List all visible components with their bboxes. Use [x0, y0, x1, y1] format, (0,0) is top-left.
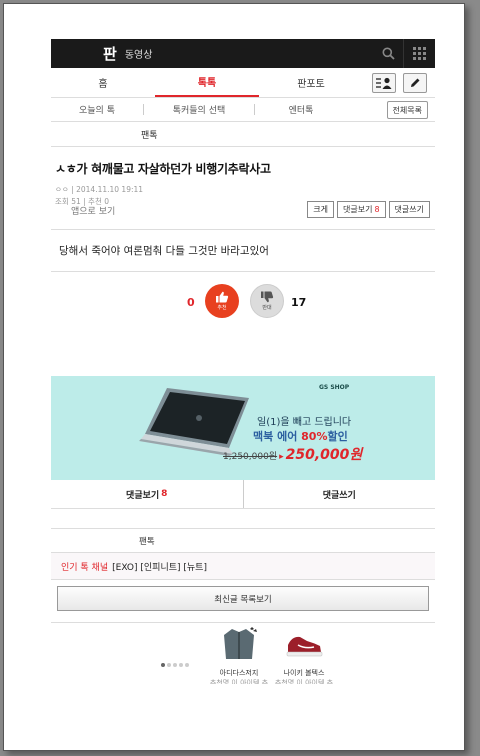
ad-banner[interactable]: GS SHOP 일(1)을 빼고 드립니다 맥북 에어 80%할인 1,250,… [51, 376, 435, 480]
post-author: ㅇㅇ [55, 185, 69, 194]
tab-home[interactable]: 홈 [51, 68, 155, 97]
view-comments-bottom-label: 댓글보기 [126, 490, 160, 501]
comment-actions: 댓글보기 8 댓글쓰기 [51, 480, 435, 509]
post-body: 당해서 죽어야 여론멈춰 다들 그것만 바라고있어 [51, 230, 435, 272]
comment-count: 8 [374, 205, 380, 214]
sub-nav: 오늘의 톡 톡커들의 선택 엔터톡 전체목록 [51, 98, 435, 122]
carousel-dot[interactable] [161, 663, 165, 667]
shoe-image [286, 636, 323, 657]
product-sub: 추천명 이 아이템 추 [274, 679, 334, 684]
vote-area: 0 추천 반대 17 [51, 272, 435, 376]
view-comments-bottom-button[interactable]: 댓글보기 8 [51, 480, 243, 508]
tab-panphoto[interactable]: 판포토 [259, 68, 363, 97]
downvote-count: 17 [291, 296, 307, 309]
board-title[interactable]: 팬톡 [51, 122, 435, 147]
user-list-icon [376, 77, 392, 89]
product-name: 아디다스저지 [219, 669, 259, 677]
search-icon[interactable] [373, 39, 403, 68]
comment-count-bottom: 8 [161, 489, 168, 499]
ad-arrow: ▸ [279, 452, 284, 462]
downvote-button[interactable]: 반대 [250, 284, 284, 318]
all-list-button[interactable]: 전체목록 [386, 101, 428, 119]
main-nav: 홈 톡톡 판포토 [51, 68, 435, 98]
ad-old-price: 1,250,000원 [223, 452, 278, 462]
ad-price: 1,250,000원 ▸ 250,000원 [223, 444, 362, 464]
page-frame: 판 동영상 홈 톡톡 판포토 오늘의 톡 톡커들의 선택 엔터톡 전체목록 팬톡… [3, 3, 465, 751]
carousel-dots[interactable] [161, 663, 189, 667]
pencil-icon [411, 78, 420, 87]
popular-channels-label: 인기 톡 채널 [61, 562, 109, 573]
board-title-bottom[interactable]: 팬톡 [51, 529, 435, 553]
post-title: ㅅㅎ가 혀깨물고 자살하던가 비행기추락사고 [55, 162, 271, 176]
ad-brand: GS SHOP [319, 384, 350, 391]
product-name: 나이키 볼텍스 [283, 669, 325, 677]
user-list-button[interactable] [372, 73, 396, 93]
carousel-dot[interactable] [167, 663, 171, 667]
carousel-dot[interactable] [179, 663, 183, 667]
ad-offer: 맥북 에어 80%할인 [253, 428, 348, 444]
upvote-button[interactable]: 추천 [205, 284, 239, 318]
write-button[interactable] [403, 73, 427, 93]
font-size-button[interactable]: 크게 [307, 201, 334, 218]
popular-channel-links[interactable]: [EXO] [인피니트] [뉴트] [112, 560, 207, 573]
app-view-link[interactable]: 앱으로 보기 [71, 204, 115, 217]
site-logo[interactable]: 판 [103, 43, 117, 64]
upvote-label: 추천 [217, 305, 227, 311]
subnav-enter-talk[interactable]: 엔터톡 [255, 103, 347, 116]
jacket-image [224, 627, 257, 659]
view-comments-button[interactable]: 댓글보기 8 [337, 201, 386, 218]
product-sub: 추천명 이 아이템 추 [209, 679, 269, 684]
ad-offer-suffix: 할인 [327, 430, 348, 443]
popular-channels: 인기 톡 채널 [EXO] [인피니트] [뉴트] [51, 553, 435, 580]
latest-list-button[interactable]: 최신글 목록보기 [57, 586, 429, 611]
post-header: ㅅㅎ가 혀깨물고 자살하던가 비행기추락사고 ㅇㅇ | 2014.11.10 1… [51, 147, 435, 230]
spacer [51, 509, 435, 529]
upvote-count: 0 [187, 296, 195, 309]
carousel-dot[interactable] [173, 663, 177, 667]
ad-new-price: 250,000원 [285, 447, 363, 463]
ad-offer-percent: 80% [301, 430, 328, 443]
video-link[interactable]: 동영상 [125, 46, 153, 61]
product-item[interactable]: 나이키 볼텍스 추천명 이 아이템 추 [274, 627, 334, 684]
product-item[interactable]: 아디다스저지 추천명 이 아이템 추 [209, 627, 269, 684]
write-comment-button[interactable]: 댓글쓰기 [388, 201, 430, 218]
subnav-today-talk[interactable]: 오늘의 톡 [51, 103, 143, 116]
ad-headline: 일(1)을 빼고 드립니다 [257, 417, 352, 428]
thumbs-down-icon [261, 291, 274, 303]
thumbs-up-icon [216, 291, 229, 303]
downvote-label: 반대 [262, 305, 272, 311]
ad-offer-product: 맥북 에어 [253, 430, 302, 443]
post-date: 2014.11.10 19:11 [76, 185, 144, 194]
tab-toktok[interactable]: 톡톡 [155, 68, 259, 97]
grid-menu-icon[interactable] [403, 39, 435, 68]
views-label: 조회 [55, 197, 69, 206]
mobile-site: 판 동영상 홈 톡톡 판포토 오늘의 톡 톡커들의 선택 엔터톡 전체목록 팬톡… [51, 39, 435, 711]
subnav-talkers-choice[interactable]: 톡커들의 선택 [144, 103, 254, 116]
top-bar: 판 동영상 [51, 39, 435, 68]
write-comment-bottom-button[interactable]: 댓글쓰기 [242, 480, 436, 508]
carousel-dot[interactable] [185, 663, 189, 667]
view-comments-label: 댓글보기 [343, 205, 373, 214]
product-carousel: 아디다스저지 추천명 이 아이템 추 나이키 볼텍스 추천명 이 아이템 추 [51, 622, 435, 690]
